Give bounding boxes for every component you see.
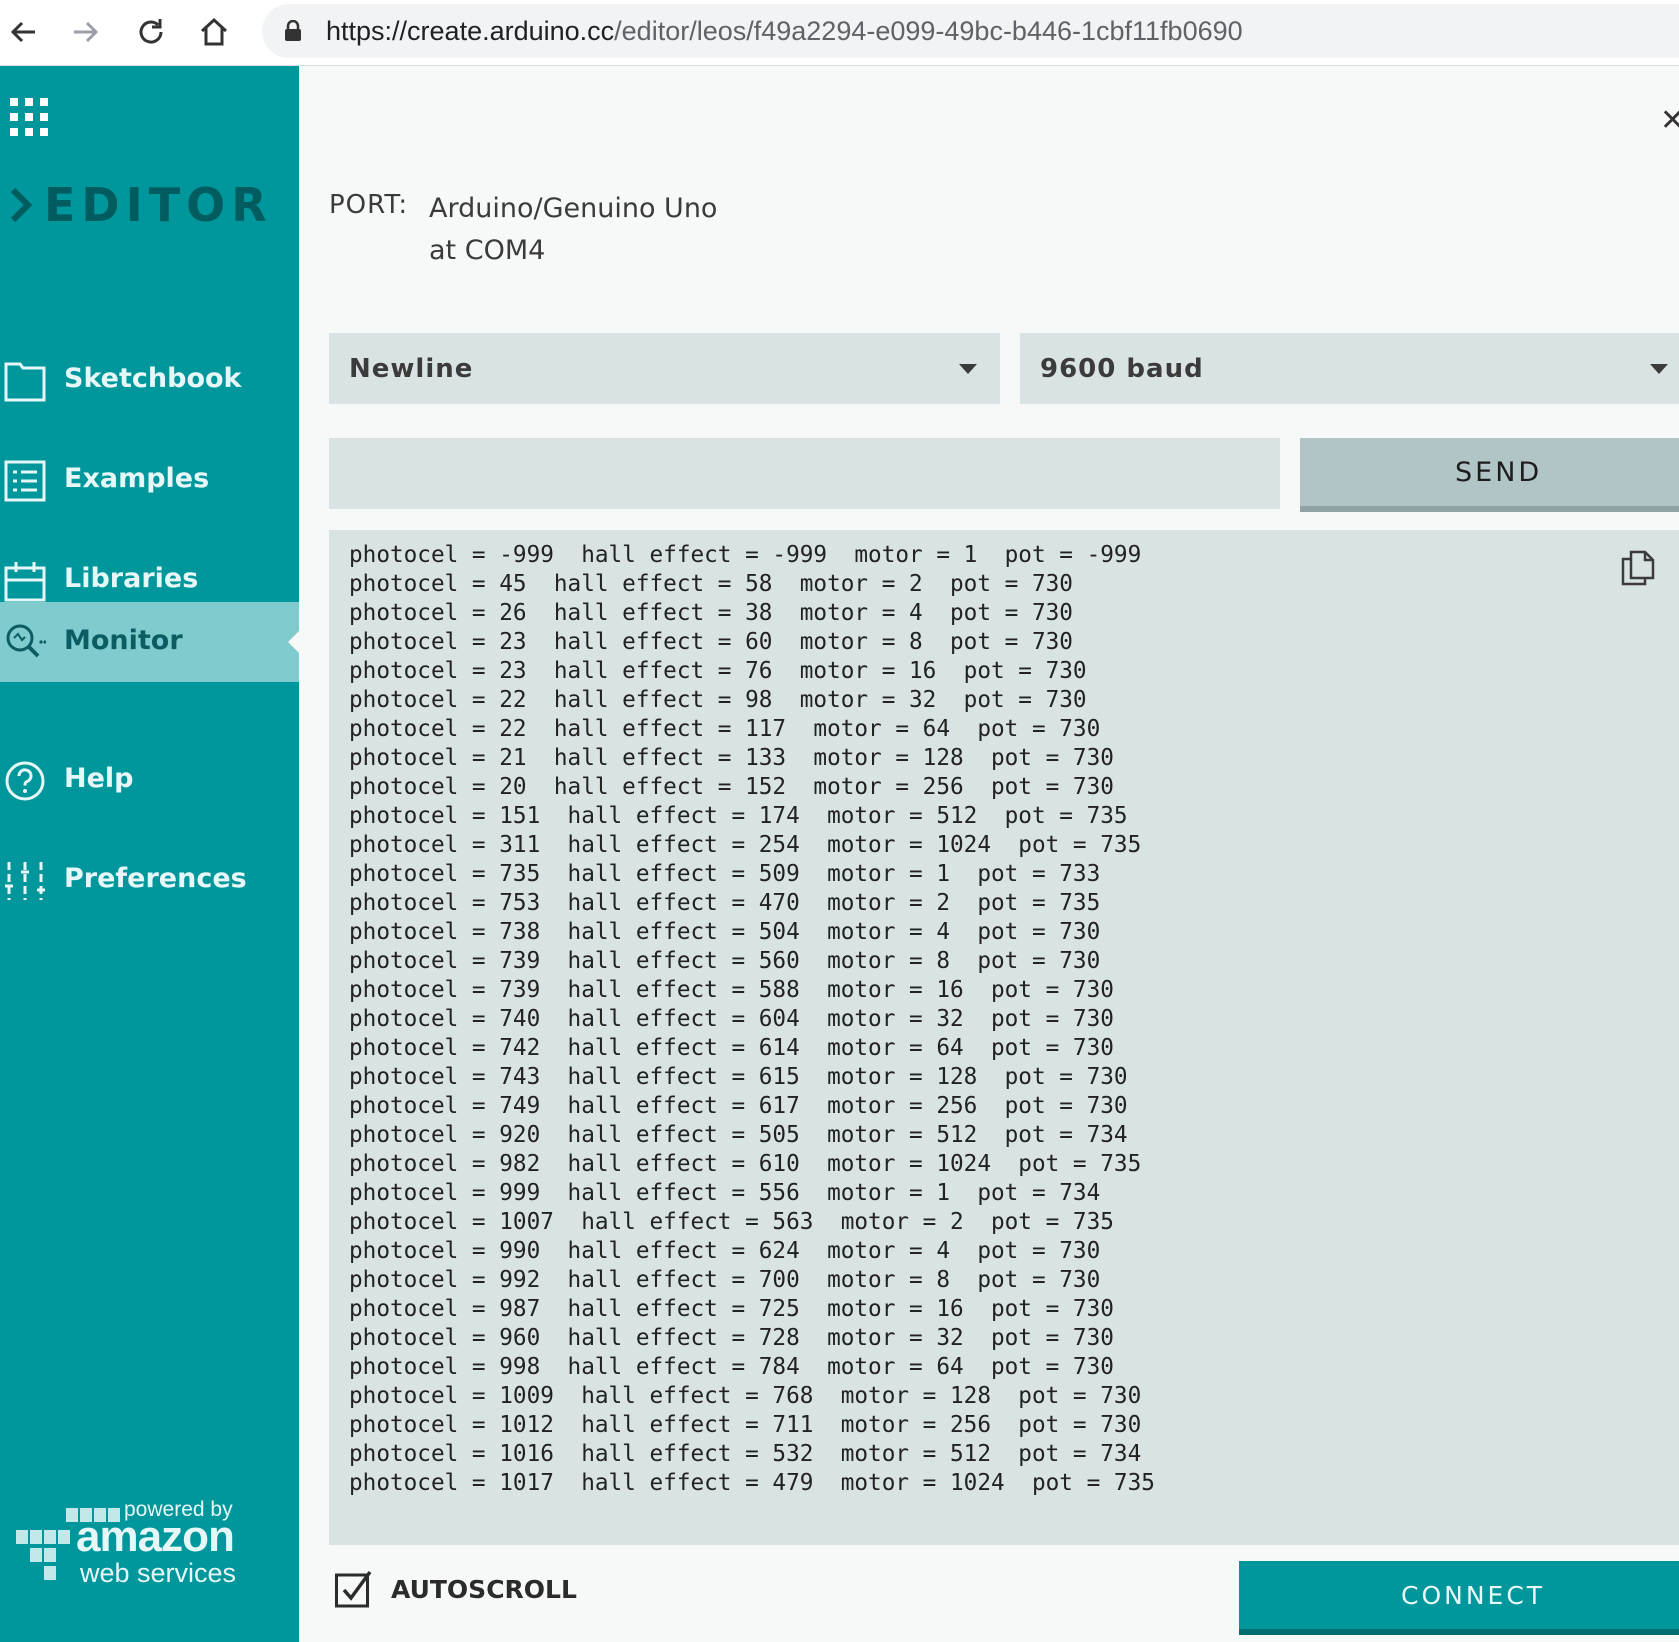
copy-icon[interactable] <box>1621 550 1655 586</box>
aws-amazon: amazon <box>76 1512 235 1561</box>
monitor-search-icon <box>6 624 46 658</box>
sidebar-item-label: Libraries <box>64 563 199 594</box>
chevron-right-icon <box>10 187 33 223</box>
sliders-icon <box>5 862 45 900</box>
help-icon <box>5 761 45 801</box>
line-ending-value: Newline <box>349 354 474 384</box>
close-icon[interactable]: ✕ <box>1660 103 1679 138</box>
port-value: Arduino/Genuino Uno at COM4 <box>429 193 718 266</box>
autoscroll-toggle[interactable]: AUTOSCROLL <box>335 1570 577 1608</box>
address-bar[interactable]: https://create.arduino.cc/editor/leos/f4… <box>262 4 1679 58</box>
chevron-down-icon <box>959 364 977 374</box>
chevron-down-icon <box>1650 364 1668 374</box>
apps-grid-icon[interactable] <box>10 98 50 138</box>
serial-output-text: photocel = -999 hall effect = -999 motor… <box>349 542 1155 1496</box>
autoscroll-label: AUTOSCROLL <box>391 1574 577 1604</box>
line-ending-select[interactable]: Newline <box>329 333 1000 404</box>
lock-icon <box>285 20 301 41</box>
aws-logo: powered by amazon web services <box>16 1498 246 1606</box>
url-path: /editor/leos/f49a2294-e099-49bc-b446-1cb… <box>614 16 1243 46</box>
browser-toolbar: https://create.arduino.cc/editor/leos/f4… <box>0 0 1679 66</box>
arrow-left-icon <box>10 21 35 43</box>
send-button-label: SEND <box>1455 457 1543 488</box>
home-icon <box>200 17 228 46</box>
arrow-right-icon <box>74 21 99 43</box>
back-button[interactable] <box>2 10 46 54</box>
editor-brand[interactable]: EDITOR <box>8 178 273 232</box>
reload-button[interactable] <box>129 10 173 54</box>
checkmark-icon <box>335 1570 372 1608</box>
autoscroll-checkbox[interactable] <box>335 1570 373 1608</box>
send-message-input[interactable] <box>329 438 1280 509</box>
forward-button[interactable] <box>63 10 107 54</box>
aws-web-services: web services <box>80 1558 237 1588</box>
folder-icon <box>4 362 46 402</box>
baud-rate-value: 9600 baud <box>1040 354 1204 384</box>
sidebar: EDITOR Sketchbook Examples Libraries Mon… <box>0 66 299 1642</box>
url-host: https://create.arduino.cc <box>326 16 615 46</box>
reload-icon <box>139 19 163 44</box>
serial-output-panel[interactable]: photocel = -999 hall effect = -999 motor… <box>329 530 1679 1545</box>
sidebar-item-preferences[interactable]: Preferences <box>0 840 299 920</box>
baud-rate-select[interactable]: 9600 baud <box>1020 333 1679 404</box>
sidebar-item-label: Examples <box>64 463 210 494</box>
port-label: PORT: <box>329 190 409 220</box>
sidebar-item-label: Monitor <box>64 625 183 656</box>
list-icon <box>4 460 46 502</box>
libraries-icon <box>4 562 46 602</box>
connect-button-label: CONNECT <box>1401 1581 1546 1610</box>
sidebar-item-label: Preferences <box>64 863 247 894</box>
home-button[interactable] <box>192 10 236 54</box>
sidebar-item-monitor[interactable]: Monitor <box>0 602 299 682</box>
connect-button[interactable]: CONNECT <box>1239 1561 1679 1635</box>
sidebar-item-examples[interactable]: Examples <box>0 440 299 520</box>
editor-title: EDITOR <box>44 178 273 232</box>
sidebar-item-label: Sketchbook <box>64 363 242 394</box>
sidebar-item-sketchbook[interactable]: Sketchbook <box>0 340 299 420</box>
url-text: https://create.arduino.cc/editor/leos/f4… <box>326 16 1243 47</box>
send-button[interactable]: SEND <box>1300 438 1679 512</box>
sidebar-item-label: Help <box>64 763 134 794</box>
sidebar-item-help[interactable]: Help <box>0 740 299 820</box>
